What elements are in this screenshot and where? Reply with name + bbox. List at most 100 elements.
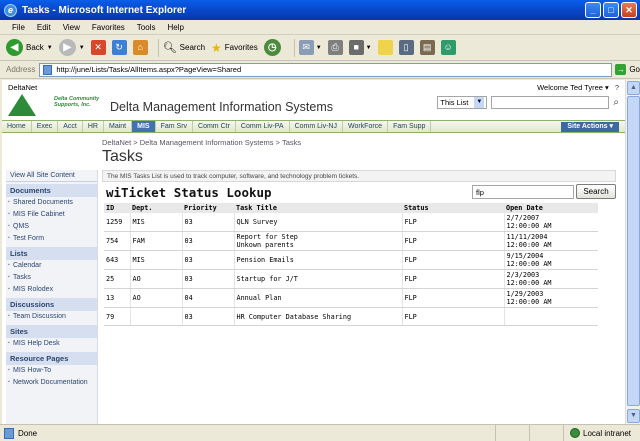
logo-triangle-icon (8, 94, 36, 116)
cell-status: FLP (402, 307, 505, 326)
maximize-button[interactable]: □ (603, 2, 619, 18)
home-button[interactable]: ⌂ (132, 40, 148, 55)
address-input[interactable]: http://june/Lists/Tasks/AllItems.aspx?Pa… (39, 62, 613, 77)
nav-hr[interactable]: HR (83, 121, 104, 132)
scroll-down-icon[interactable]: ▼ (627, 409, 640, 423)
breadcrumb[interactable]: DeltaNet > Delta Management Information … (102, 138, 301, 147)
minimize-button[interactable]: _ (585, 2, 601, 18)
search-go-icon[interactable]: ⌕ (613, 97, 619, 108)
site-header: Delta Community Supports, Inc. Delta Man… (2, 94, 625, 120)
quicklaunch-item[interactable]: QMS (6, 221, 97, 233)
discuss-button[interactable] (377, 40, 393, 55)
address-label: Address (6, 65, 36, 74)
go-button[interactable]: → Go (615, 64, 640, 75)
quicklaunch-item[interactable]: Team Discussion (6, 311, 97, 323)
nav-comm-liv-nj[interactable]: Comm Liv-NJ (290, 121, 343, 132)
site-actions-button[interactable]: Site Actions ▾ (561, 122, 619, 132)
status-text: Done (18, 428, 38, 438)
nav-home[interactable]: Home (2, 121, 32, 132)
column-header-task-title: Task Title (234, 203, 402, 213)
quicklaunch-heading-discussions[interactable]: Discussions (6, 298, 97, 311)
history-button[interactable]: ◷ (263, 39, 284, 56)
cell-open-date: 1/29/2003 12:00:00 AM (504, 288, 598, 308)
search-button[interactable]: 🔍︎ Search (163, 41, 205, 54)
quicklaunch-item[interactable]: Network Documentation (6, 377, 97, 389)
cell-dept: MIS (130, 250, 183, 270)
column-header-dept: Dept. (130, 203, 182, 213)
menu-tools[interactable]: Tools (131, 23, 162, 32)
quicklaunch-item[interactable]: Test Form (6, 233, 97, 245)
quicklaunch-heading-documents[interactable]: Documents (6, 184, 97, 197)
menu-view[interactable]: View (57, 23, 86, 32)
help-icon[interactable]: ? (615, 83, 619, 92)
vertical-scrollbar[interactable]: ▲ ▼ (625, 80, 640, 424)
quicklaunch-item[interactable]: MIS File Cabinet (6, 209, 97, 221)
menu-file[interactable]: File (6, 23, 31, 32)
column-header-open-date: Open Date (504, 203, 598, 213)
quicklaunch-item[interactable]: Tasks (6, 272, 97, 284)
top-nav: Home Exec Acct HR Maint MIS Fam Srv Comm… (2, 120, 625, 133)
nav-maint[interactable]: Maint (104, 121, 133, 132)
page-done-icon (4, 427, 14, 439)
table-row[interactable]: 754 FAM 03 Report for Step Unkown parents FL… (104, 231, 598, 251)
table-row[interactable]: 643 MIS 03 Pension Emails FLP 9/15/2004 12:00… (104, 250, 598, 270)
mail-button[interactable]: ✉ ▼ (298, 40, 322, 55)
back-button[interactable]: ◀ Back ▼ (6, 39, 53, 56)
search-scope-select[interactable]: This List ▼ (437, 96, 488, 109)
menu-edit[interactable]: Edit (31, 23, 57, 32)
quicklaunch-item[interactable]: MIS Help Desk (6, 338, 97, 350)
ticket-search-button[interactable]: Search (576, 184, 616, 199)
edit-button[interactable]: ■ ▼ (348, 40, 372, 55)
view-all-site-content-link[interactable]: View All Site Content (6, 170, 97, 182)
refresh-button[interactable]: ↻ (111, 40, 127, 55)
quicklaunch-item[interactable]: MIS Rolodex (6, 284, 97, 296)
site-logo[interactable]: Delta Community Supports, Inc. (8, 94, 104, 120)
toolbar: ◀ Back ▼ ▶ ▼ ✕ ↻ ⌂ 🔍︎ Search ★ Favorites ◷ ✉ ▼… (0, 35, 640, 61)
nav-fam-supp[interactable]: Fam Supp (388, 121, 432, 132)
quicklaunch-item[interactable]: MIS How-To (6, 365, 97, 377)
column-header-priority: Priority (182, 203, 234, 213)
forward-button[interactable]: ▶ ▼ (58, 39, 85, 56)
table-row[interactable]: 13 AO 04 Annual Plan FLP 1/29/2003 12:00:00 A… (104, 288, 598, 308)
site-search: This List ▼ ⌕ (437, 96, 619, 109)
scroll-up-icon[interactable]: ▲ (627, 81, 640, 95)
nav-acct[interactable]: Acct (58, 121, 83, 132)
cell-id: 754 (104, 231, 131, 251)
media-button[interactable]: ▤ (419, 40, 435, 55)
star-icon: ★ (211, 40, 222, 55)
nav-workforce[interactable]: WorkForce (343, 121, 389, 132)
table-row[interactable]: 25 AO 03 Startup for J/T FLP 2/3/2003 12:00:0… (104, 269, 598, 289)
site-search-input[interactable] (491, 96, 610, 109)
list-description: The MIS Tasks List is used to track comp… (102, 170, 616, 182)
portal-link[interactable]: DeltaNet (8, 83, 37, 92)
nav-comm-ctr[interactable]: Comm Ctr (193, 121, 236, 132)
welcome-menu[interactable]: Welcome Ted Tyree ▾ (537, 83, 609, 92)
ticket-search-input[interactable]: flp (472, 185, 574, 199)
nav-fam-srv[interactable]: Fam Srv (156, 121, 194, 132)
table-row[interactable]: 79 03 HR Computer Database Sharing FLP (104, 307, 598, 326)
menu-bar: File Edit View Favorites Tools Help (0, 20, 640, 35)
nav-exec[interactable]: Exec (32, 121, 59, 132)
favorites-button[interactable]: ★ Favorites (211, 41, 258, 55)
quicklaunch-item[interactable]: Shared Documents (6, 197, 97, 209)
menu-favorites[interactable]: Favorites (86, 23, 131, 32)
research-button[interactable]: ▯ (398, 40, 414, 55)
close-button[interactable]: ✕ (621, 2, 637, 18)
quicklaunch-heading-lists[interactable]: Lists (6, 247, 97, 260)
cell-dept (130, 307, 183, 326)
nav-mis[interactable]: MIS (132, 121, 156, 132)
menu-help[interactable]: Help (161, 23, 189, 32)
scroll-thumb[interactable] (627, 96, 640, 406)
quicklaunch-heading-sites[interactable]: Sites (6, 325, 97, 338)
quicklaunch-heading-resource-pages[interactable]: Resource Pages (6, 352, 97, 365)
column-header-id: ID (104, 203, 130, 213)
messenger-button[interactable]: ☺ (440, 40, 456, 55)
site-title[interactable]: Delta Management Information Systems (110, 100, 333, 114)
print-button[interactable]: ⎙ (327, 40, 343, 55)
quicklaunch-item[interactable]: Calendar (6, 260, 97, 272)
stop-button[interactable]: ✕ (90, 40, 106, 55)
table-row[interactable]: 1259 MIS 03 QLN Survey FLP 2/7/2007 12:00:00 … (104, 213, 598, 232)
nav-comm-liv-pa[interactable]: Comm Liv-PA (236, 121, 290, 132)
webpart-title: wiTicket Status Lookup (106, 185, 272, 200)
ie-logo-icon: e (4, 3, 17, 17)
